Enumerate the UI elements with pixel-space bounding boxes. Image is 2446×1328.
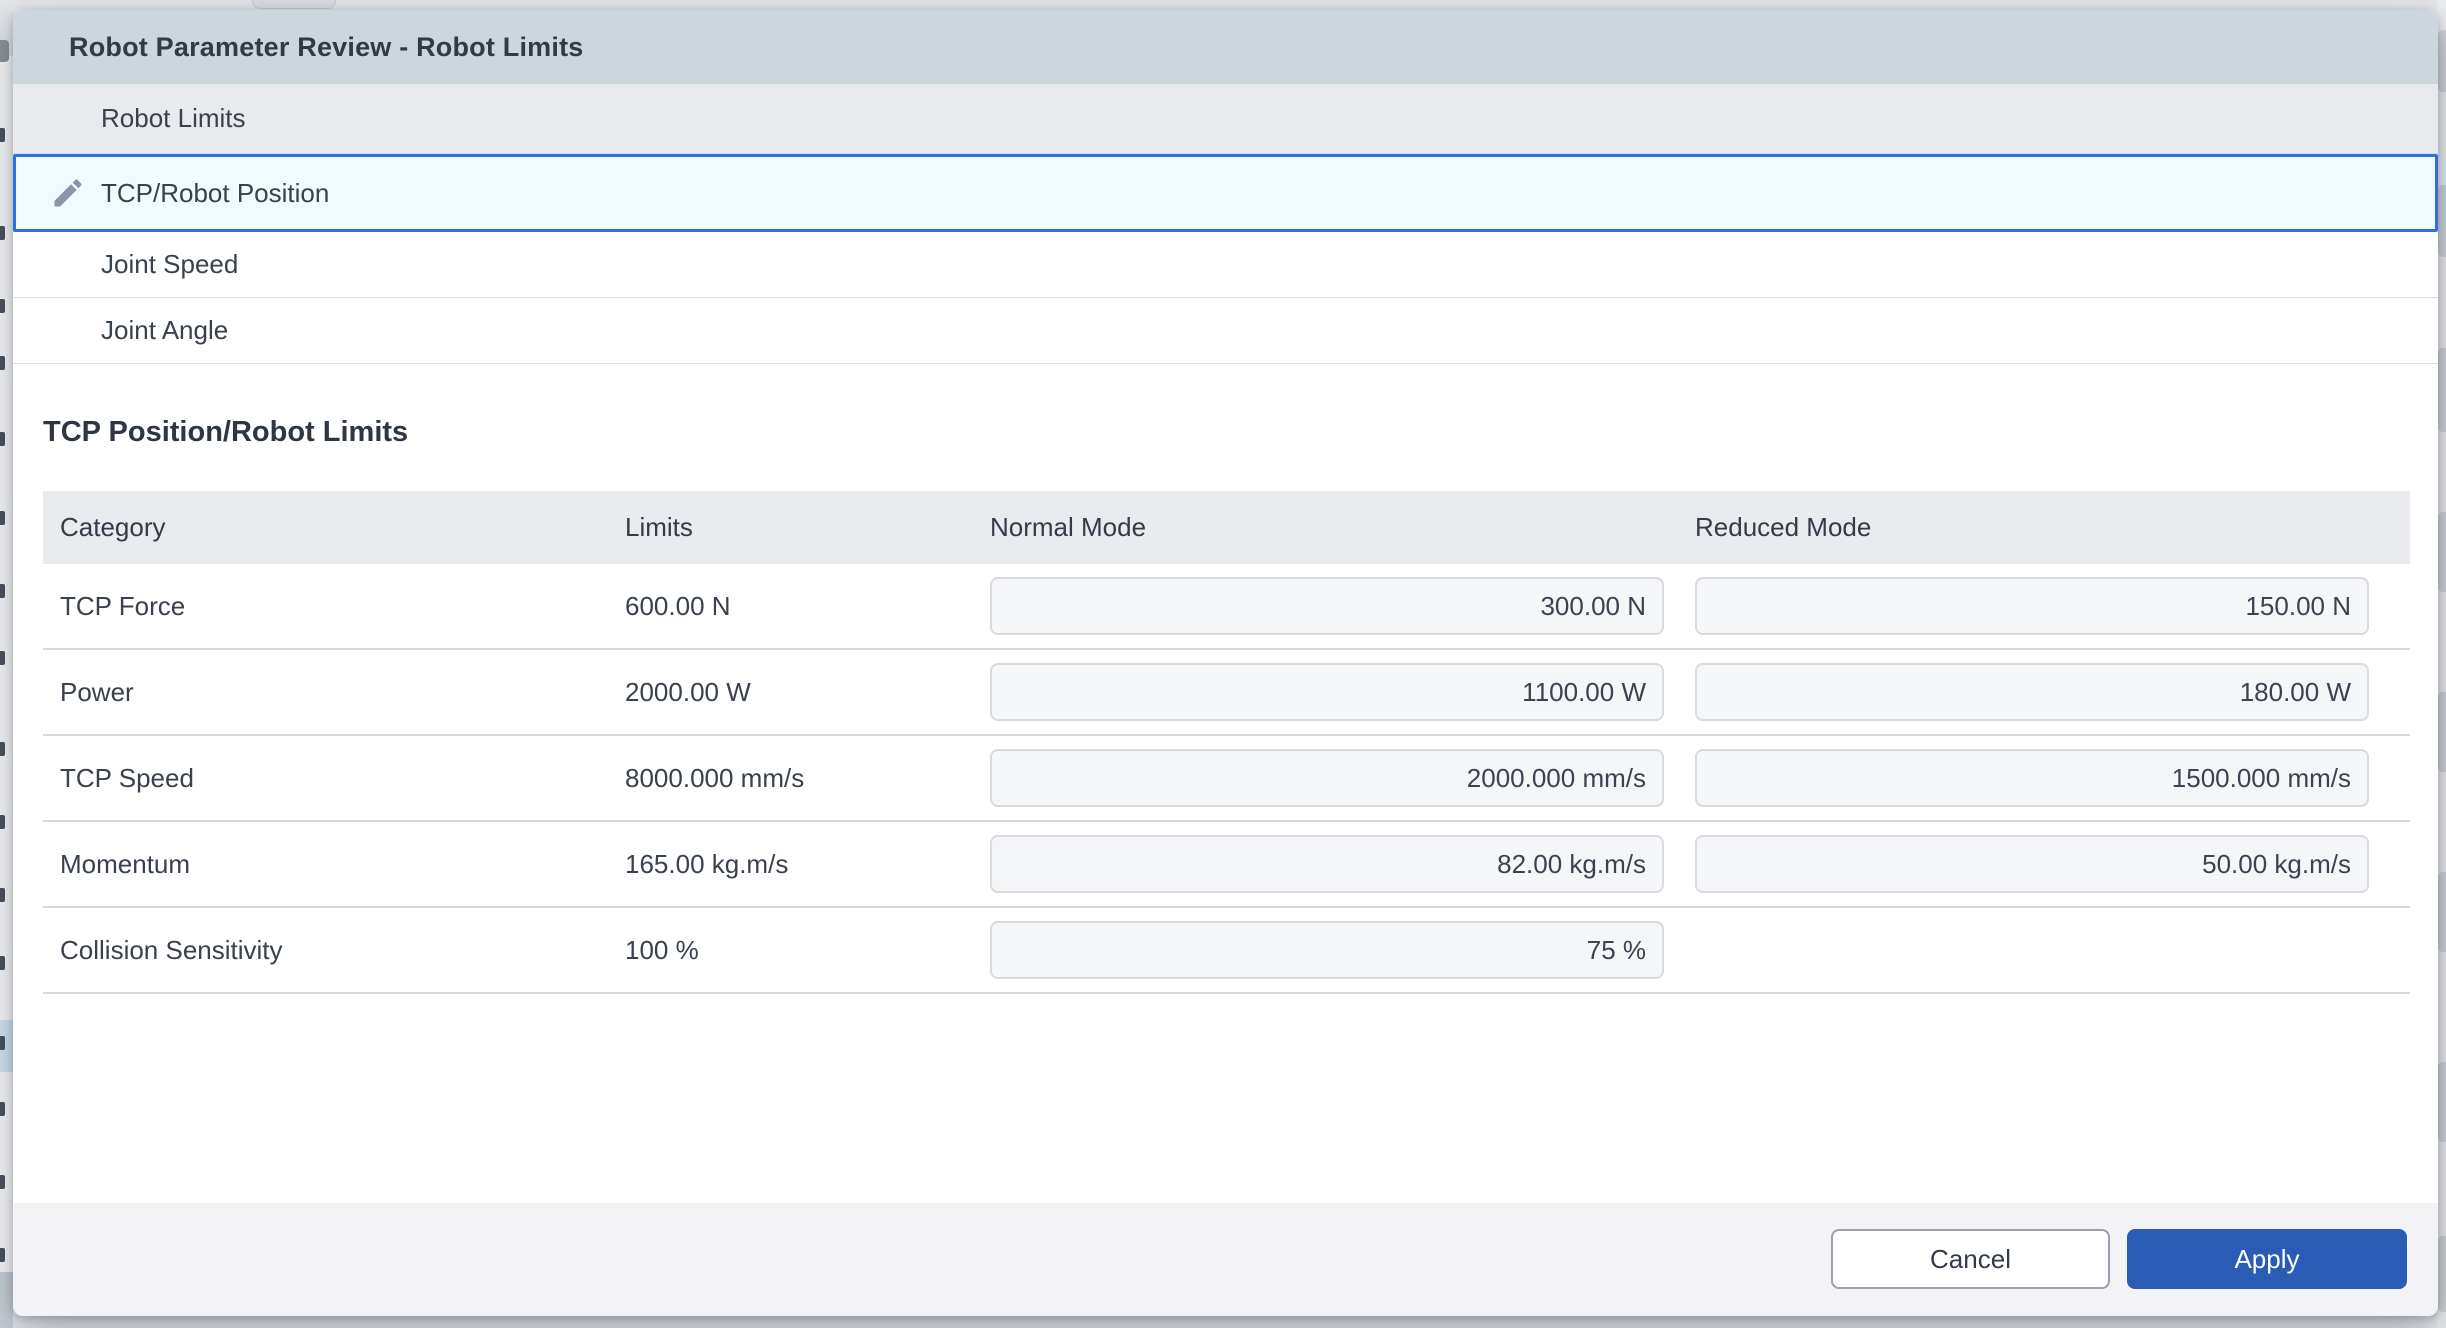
background-text-fragment	[0, 432, 5, 446]
background-text-fragment	[0, 511, 5, 525]
normal-mode-input[interactable]	[990, 577, 1664, 635]
background-text-fragment	[0, 1248, 5, 1262]
table-row-momentum: Momentum 165.00 kg.m/s	[43, 822, 2410, 908]
background-text-fragment	[0, 888, 5, 902]
reduced-mode-input[interactable]	[1695, 749, 2369, 807]
background-scrollbar-fragment	[2438, 1062, 2446, 1142]
table-row-power: Power 2000.00 W	[43, 650, 2410, 736]
normal-mode-input[interactable]	[990, 663, 1664, 721]
dialog-titlebar: Robot Parameter Review - Robot Limits	[13, 10, 2438, 84]
limit-value: 8000.000 mm/s	[625, 763, 990, 794]
background-window-right-edge	[2437, 0, 2446, 1328]
background-scrollbar-fragment	[2438, 185, 2446, 257]
background-window-left-edge	[0, 10, 13, 1328]
category-label: Power	[43, 677, 625, 708]
normal-mode-input[interactable]	[990, 835, 1664, 893]
nav-item-label: TCP/Robot Position	[101, 178, 329, 209]
background-text-fragment	[0, 815, 5, 829]
nav-item-label: Joint Speed	[101, 249, 238, 280]
nav-item-joint-speed[interactable]: Joint Speed	[13, 232, 2438, 298]
background-text-fragment	[0, 651, 5, 665]
table-row-collision-sensitivity: Collision Sensitivity 100 %	[43, 908, 2410, 994]
background-text-fragment	[0, 1102, 5, 1116]
nav-group-label: Robot Limits	[101, 103, 246, 134]
reduced-mode-input[interactable]	[1695, 835, 2369, 893]
limit-value: 600.00 N	[625, 591, 990, 622]
background-fragment	[0, 1272, 13, 1328]
column-header-normal-mode: Normal Mode	[990, 512, 1695, 543]
background-text-fragment	[0, 1175, 5, 1189]
category-label: Collision Sensitivity	[43, 935, 625, 966]
normal-mode-input[interactable]	[990, 921, 1664, 979]
background-text-fragment	[0, 1036, 5, 1050]
column-header-category: Category	[43, 512, 625, 543]
limit-value: 165.00 kg.m/s	[625, 849, 990, 880]
background-text-fragment	[0, 128, 5, 142]
section-title: TCP Position/Robot Limits	[43, 416, 408, 449]
limit-value: 2000.00 W	[625, 677, 990, 708]
dialog-title: Robot Parameter Review - Robot Limits	[69, 32, 583, 63]
table-header-row: Category Limits Normal Mode Reduced Mode	[43, 491, 2410, 564]
category-label: TCP Speed	[43, 763, 625, 794]
background-tab-fragment	[252, 0, 336, 9]
category-label: TCP Force	[43, 591, 625, 622]
background-text-fragment	[0, 956, 5, 970]
background-scrollbar-fragment	[2438, 872, 2446, 952]
background-text-fragment	[0, 299, 5, 313]
background-scrollbar-fragment	[2438, 348, 2446, 432]
background-text-fragment	[0, 356, 5, 370]
background-scrollbar-fragment	[2438, 512, 2446, 592]
background-text-fragment	[0, 742, 5, 756]
cancel-button[interactable]: Cancel	[1831, 1229, 2110, 1289]
background-scrollbar-fragment	[2438, 1236, 2446, 1312]
nav-item-label: Joint Angle	[101, 315, 228, 346]
background-icon-fragment	[0, 40, 9, 62]
column-header-reduced-mode: Reduced Mode	[1695, 512, 2410, 543]
table-row-tcp-force: TCP Force 600.00 N	[43, 564, 2410, 650]
nav-item-tcp-robot-position[interactable]: TCP/Robot Position	[13, 154, 2438, 232]
nav-group-header: Robot Limits	[13, 84, 2438, 154]
apply-button[interactable]: Apply	[2127, 1229, 2407, 1289]
background-text-fragment	[0, 226, 5, 240]
robot-parameter-dialog: Robot Parameter Review - Robot Limits Ro…	[13, 10, 2438, 1316]
limit-value: 100 %	[625, 935, 990, 966]
background-window-top-edge	[0, 0, 2446, 10]
column-header-limits: Limits	[625, 512, 990, 543]
limits-table: Category Limits Normal Mode Reduced Mode…	[43, 491, 2410, 994]
pencil-icon	[49, 174, 87, 212]
background-scrollbar-fragment	[2438, 30, 2446, 92]
normal-mode-input[interactable]	[990, 749, 1664, 807]
reduced-mode-input[interactable]	[1695, 663, 2369, 721]
reduced-mode-input[interactable]	[1695, 577, 2369, 635]
background-text-fragment	[0, 584, 5, 598]
nav-item-joint-angle[interactable]: Joint Angle	[13, 298, 2438, 364]
category-label: Momentum	[43, 849, 625, 880]
table-row-tcp-speed: TCP Speed 8000.000 mm/s	[43, 736, 2410, 822]
dialog-footer: Cancel Apply	[13, 1203, 2438, 1316]
background-scrollbar-fragment	[2438, 692, 2446, 772]
